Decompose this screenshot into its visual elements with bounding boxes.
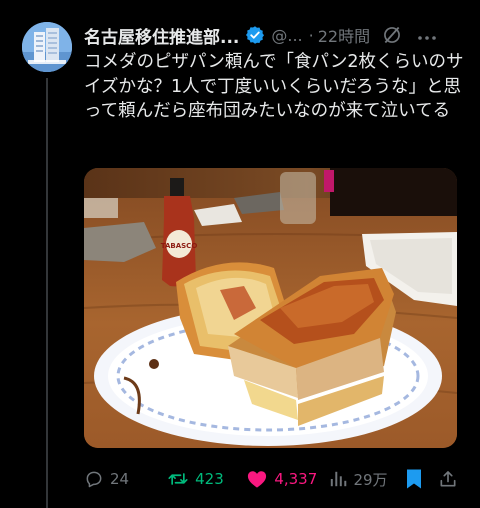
retweet-count: 423	[195, 470, 224, 488]
author-name[interactable]: 名古屋移住推進部...	[84, 23, 239, 48]
avatar-building-image	[22, 22, 72, 72]
reply-button[interactable]: 24	[84, 469, 167, 489]
bookmark-icon	[406, 469, 421, 489]
tweet-photo[interactable]: TABASCO	[84, 168, 457, 448]
retweet-icon	[168, 473, 188, 485]
heart-icon	[248, 471, 267, 488]
share-button[interactable]	[438, 469, 468, 489]
retweet-button[interactable]: 423	[167, 469, 246, 489]
tweet[interactable]: 名古屋移住推進部... @... · 22時間 コメダのピザパン頼んで「食パン2…	[0, 0, 480, 508]
pizza-toast-photo: TABASCO	[84, 168, 457, 448]
tabasco-label: TABASCO	[161, 242, 198, 250]
grok-icon[interactable]	[382, 25, 402, 45]
separator-dot: ·	[308, 25, 314, 45]
views-button[interactable]: 29万	[329, 469, 404, 490]
bookmark-button[interactable]	[405, 468, 439, 490]
views-count: 29万	[353, 470, 388, 489]
tweet-actions: 24 423 4,337 29万	[84, 464, 468, 494]
verified-badge-icon	[245, 25, 265, 45]
timestamp[interactable]: 22時間	[318, 23, 370, 47]
tweet-text: コメダのピザパン頼んで「食パン2枚くらいのサイズかな？1人で丁度いいくらいだろう…	[84, 52, 464, 121]
more-options-icon[interactable]	[418, 26, 436, 45]
tweet-header: 名古屋移住推進部... @... · 22時間	[84, 22, 464, 48]
avatar[interactable]	[22, 22, 72, 72]
like-count: 4,337	[274, 470, 318, 488]
thread-line	[46, 78, 48, 508]
reply-count: 24	[110, 470, 130, 488]
like-button[interactable]: 4,337	[246, 469, 329, 489]
author-handle[interactable]: @...	[271, 26, 302, 45]
share-icon	[440, 471, 456, 487]
views-chart-icon	[331, 471, 347, 487]
reply-icon	[86, 471, 102, 488]
